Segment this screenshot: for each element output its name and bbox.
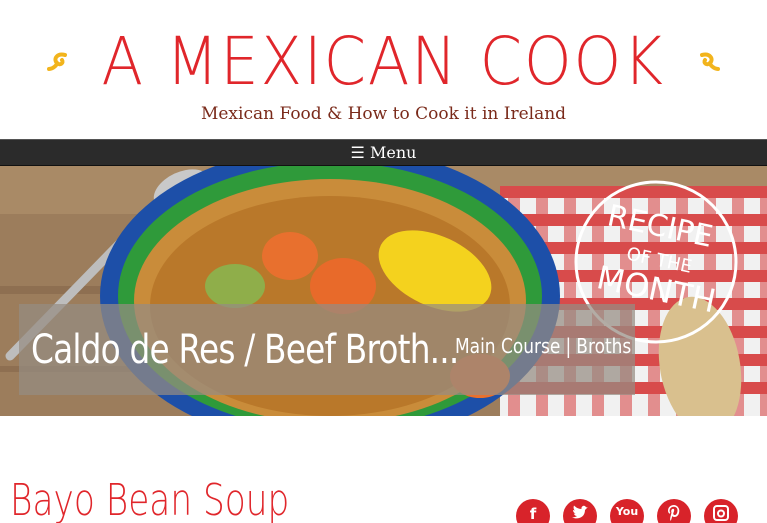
site-header: A MEXICAN COOK Mexican Food & How to Coo… <box>0 0 767 139</box>
post-title[interactable]: Bayo Bean Soup <box>10 475 289 523</box>
hero-slider[interactable]: RECIPE OF THE MONTH Caldo de Res / Beef … <box>0 166 767 416</box>
pinterest-icon[interactable] <box>657 499 691 523</box>
left-swirl-icon <box>47 52 68 71</box>
facebook-icon[interactable]: f <box>516 499 550 523</box>
site-tagline: Mexican Food & How to Cook it in Ireland <box>200 104 567 124</box>
hero-categories: Main Course | Broths <box>455 334 631 358</box>
menu-label: ☰ Menu <box>350 143 417 162</box>
youtube-glyph: You <box>615 505 639 518</box>
twitter-bird-icon <box>572 505 588 519</box>
hero-caption-title[interactable]: Caldo de Res / Beef Broth... <box>31 327 459 373</box>
instagram-camera-icon <box>713 505 729 521</box>
youtube-icon[interactable]: You <box>610 499 644 523</box>
category-link-main-course[interactable]: Main Course <box>455 334 560 358</box>
hero-caption: Caldo de Res / Beef Broth... Main Course… <box>19 304 635 395</box>
facebook-glyph: f <box>529 505 537 523</box>
site-title[interactable]: A MEXICAN COOK <box>102 22 665 102</box>
menu-toggle-bar[interactable]: ☰ Menu <box>0 139 767 166</box>
site-title-row: A MEXICAN COOK <box>0 22 767 102</box>
right-swirl-icon <box>699 52 720 71</box>
twitter-icon[interactable] <box>563 499 597 523</box>
category-link-broths[interactable]: Broths <box>576 334 631 358</box>
pinterest-p-icon <box>668 505 680 521</box>
instagram-icon[interactable] <box>704 499 738 523</box>
social-icons: f You <box>516 499 738 523</box>
category-separator: | <box>565 334 572 358</box>
